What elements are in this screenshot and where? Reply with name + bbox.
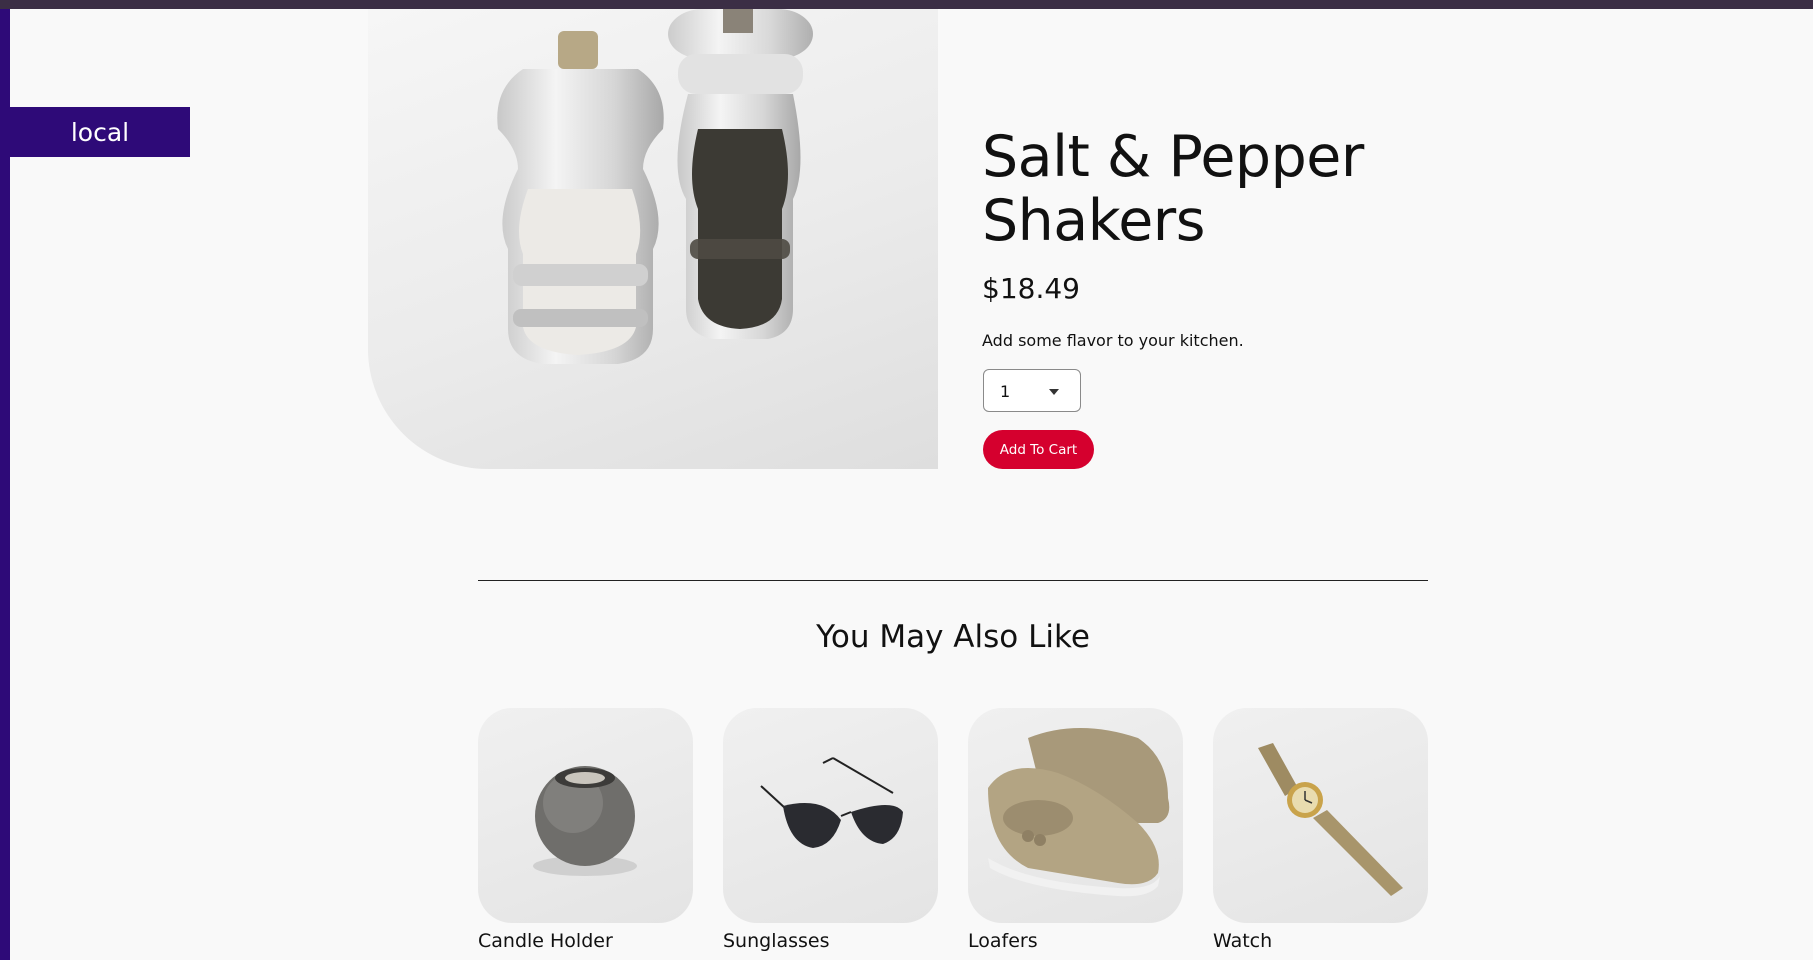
loafers-image[interactable] bbox=[968, 708, 1183, 923]
product-card-label[interactable]: Sunglasses bbox=[723, 930, 938, 952]
quantity-value: 1 bbox=[1000, 382, 1011, 401]
product-card-sunglasses[interactable]: Sunglasses bbox=[723, 708, 938, 952]
section-divider bbox=[478, 580, 1428, 581]
product-card-watch[interactable]: Watch bbox=[1213, 708, 1428, 952]
environment-badge: local bbox=[10, 107, 190, 157]
watch-image[interactable] bbox=[1213, 708, 1428, 923]
quantity-select[interactable]: 1 bbox=[983, 369, 1081, 412]
product-card-candle-holder[interactable]: Candle Holder bbox=[478, 708, 693, 952]
product-description: Add some flavor to your kitchen. bbox=[982, 331, 1244, 350]
product-image bbox=[368, 9, 938, 469]
candle-holder-image[interactable] bbox=[478, 708, 693, 923]
recommendations-heading: You May Also Like bbox=[816, 619, 1090, 655]
product-card-label[interactable]: Watch bbox=[1213, 930, 1428, 952]
sunglasses-image[interactable] bbox=[723, 708, 938, 923]
top-bar bbox=[0, 0, 1813, 9]
product-card-loafers[interactable]: Loafers bbox=[968, 708, 1183, 952]
product-card-label[interactable]: Loafers bbox=[968, 930, 1183, 952]
product-title: Salt & Pepper Shakers bbox=[982, 124, 1364, 254]
chevron-down-icon bbox=[1049, 389, 1059, 395]
product-price: $18.49 bbox=[982, 272, 1080, 305]
left-accent-bar bbox=[0, 9, 10, 960]
product-card-label[interactable]: Candle Holder bbox=[478, 930, 693, 952]
add-to-cart-button[interactable]: Add To Cart bbox=[983, 430, 1094, 469]
